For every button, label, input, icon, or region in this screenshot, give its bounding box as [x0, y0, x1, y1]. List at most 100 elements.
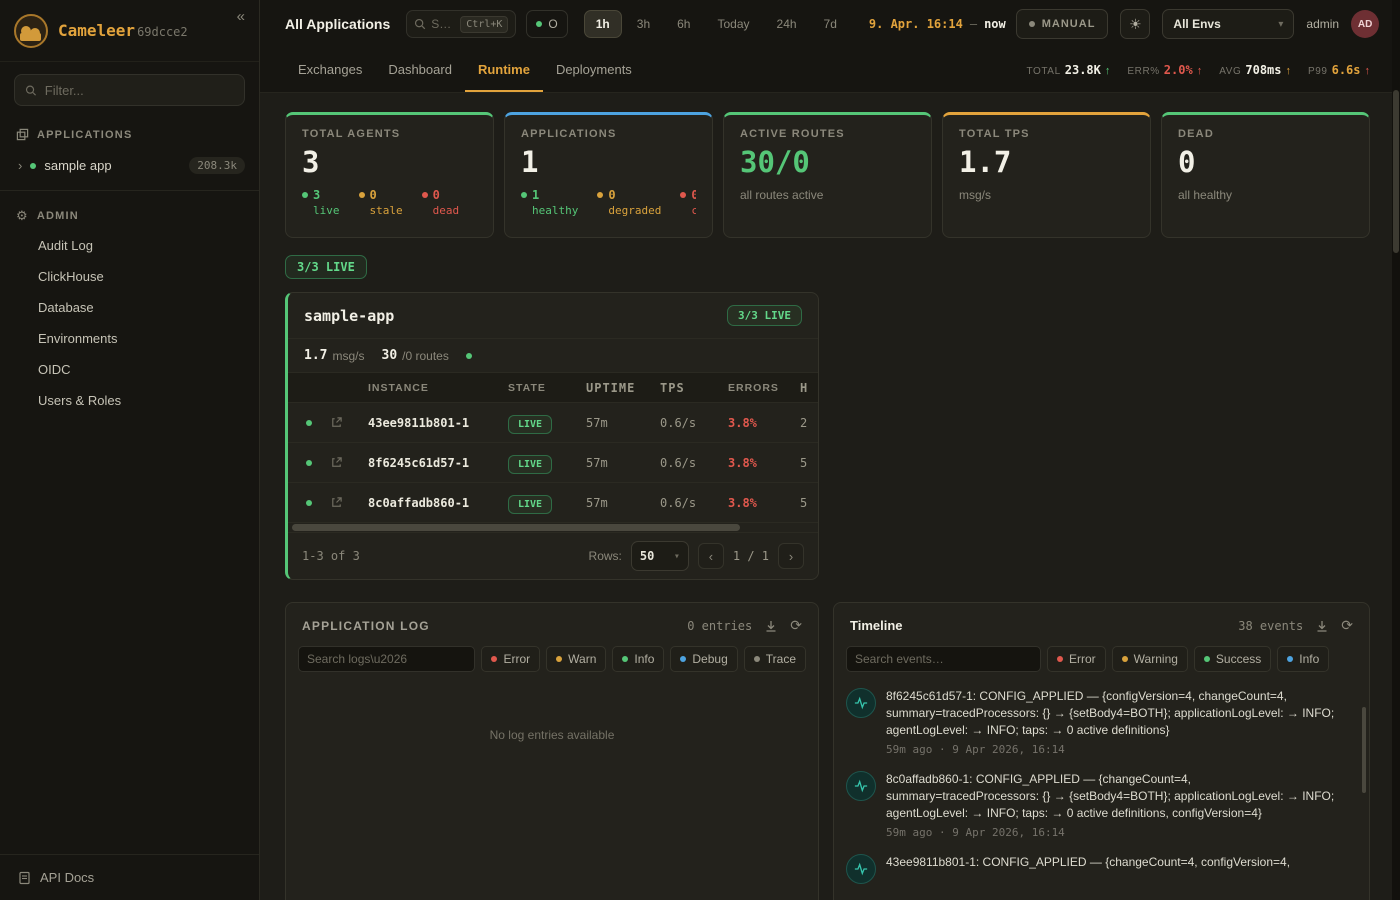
timeline-event[interactable]: 8c0affadb860-1: CONFIG_APPLIED — {change… [846, 771, 1345, 839]
tab-dashboard[interactable]: Dashboard [375, 48, 465, 92]
time-range-1h[interactable]: 1h [584, 10, 622, 38]
scrollbar-thumb[interactable] [1393, 90, 1399, 253]
refresh-button[interactable]: ⟳ [790, 617, 802, 634]
time-range-today[interactable]: Today [705, 10, 761, 38]
time-display: 9. Apr. 16:14 — now [869, 17, 1006, 31]
filter-chip-info[interactable]: Info [1277, 646, 1329, 672]
sidebar-collapse-button[interactable]: « [237, 8, 245, 25]
sidebar-item-users-roles[interactable]: Users & Roles [0, 385, 259, 416]
filter-chip-warn[interactable]: Warn [546, 646, 606, 672]
external-link-icon[interactable] [330, 496, 368, 509]
card-substats: 1 healthy 0 degraded 0 critical [521, 188, 696, 217]
prev-page-button[interactable]: ‹ [698, 543, 724, 569]
trend-up-icon: ↑ [1197, 65, 1203, 77]
timeline-event[interactable]: 43ee9811b801-1: CONFIG_APPLIED — {change… [846, 854, 1345, 884]
window-scrollbar[interactable] [1392, 0, 1400, 900]
time-range-6h[interactable]: 6h [665, 10, 702, 38]
environment-select[interactable]: All Envs ▾ [1162, 9, 1294, 39]
online-toggle[interactable]: O [526, 10, 567, 38]
external-link-icon[interactable] [330, 416, 368, 429]
admin-section-label: ADMIN [37, 210, 79, 222]
trace-dot-icon [754, 656, 760, 662]
sidebar-item-sample-app[interactable]: › sample app 208.3k [0, 149, 259, 182]
sidebar-filter[interactable] [14, 74, 245, 106]
filter-chip-error[interactable]: Error [481, 646, 540, 672]
user-name: admin [1306, 17, 1339, 31]
download-button[interactable] [1315, 619, 1329, 633]
next-page-button[interactable]: › [778, 543, 804, 569]
instance-status-dot [306, 420, 312, 426]
card-label: TOTAL AGENTS [302, 128, 477, 140]
tab-runtime[interactable]: Runtime [465, 48, 543, 92]
tps-cell: 0.6/s [660, 456, 728, 470]
log-search[interactable] [298, 646, 475, 672]
tab-exchanges[interactable]: Exchanges [285, 48, 375, 92]
substat-label: critical [680, 204, 696, 217]
timeline-search[interactable] [846, 646, 1041, 672]
sidebar-header: Cameleer69dcce2 « [0, 0, 259, 62]
state-badge: LIVE [508, 415, 552, 434]
section-nav: Exchanges Dashboard Runtime Deployments … [260, 48, 1400, 93]
instance-id[interactable]: 8f6245c61d57-1 [368, 456, 508, 470]
success-dot-icon [1204, 656, 1210, 662]
theme-toggle-button[interactable]: ☀ [1120, 9, 1150, 39]
chevron-down-icon: ▾ [674, 551, 680, 562]
col-heap: H [800, 381, 818, 395]
api-docs-link[interactable]: API Docs [0, 854, 259, 900]
instance-id[interactable]: 43ee9811b801-1 [368, 416, 508, 430]
rows-per-page-select[interactable]: 50 ▾ [631, 541, 689, 571]
timeline-search-input[interactable] [855, 652, 1032, 666]
tab-deployments[interactable]: Deployments [543, 48, 645, 92]
sidebar-item-database[interactable]: Database [0, 292, 259, 323]
stat-cards: TOTAL AGENTS 3 3 live 0 stale 0 [285, 112, 1370, 238]
timeline-toolbar: Error Warning Success Info [834, 644, 1369, 682]
filter-chip-error[interactable]: Error [1047, 646, 1106, 672]
time-range-3h[interactable]: 3h [625, 10, 662, 38]
sidebar-item-environments[interactable]: Environments [0, 323, 259, 354]
avatar[interactable]: AD [1351, 10, 1379, 38]
table-row[interactable]: 43ee9811b801-1 LIVE 57m 0.6/s 3.8% 2 [288, 402, 818, 442]
page-title: All Applications [285, 16, 390, 32]
time-range-24h[interactable]: 24h [765, 10, 809, 38]
stat-err: ERR% 2.0% ↑ [1127, 63, 1202, 77]
instance-id[interactable]: 8c0affadb860-1 [368, 496, 508, 510]
table-horizontal-scrollbar[interactable] [288, 522, 818, 532]
event-text: 8f6245c61d57-1: CONFIG_APPLIED — {config… [886, 688, 1345, 739]
document-icon [18, 871, 31, 885]
sidebar-filter-input[interactable] [45, 83, 234, 98]
global-search[interactable]: Ctrl+K [406, 10, 516, 38]
log-empty-state: No log entries available [286, 728, 818, 742]
filter-chip-warning[interactable]: Warning [1112, 646, 1188, 672]
external-link-icon[interactable] [330, 456, 368, 469]
filter-chip-debug[interactable]: Debug [670, 646, 737, 672]
filter-chip-success[interactable]: Success [1194, 646, 1271, 672]
sidebar-item-audit-log[interactable]: Audit Log [0, 230, 259, 261]
dot-icon [680, 192, 686, 198]
time-range-7d[interactable]: 7d [812, 10, 849, 38]
filter-chip-trace[interactable]: Trace [744, 646, 806, 672]
error-dot-icon [491, 656, 497, 662]
stat-total-label: TOTAL [1026, 66, 1060, 77]
timeline-scrollbar[interactable] [1362, 707, 1366, 793]
global-search-input[interactable] [431, 17, 455, 31]
application-card-sample-app: sample-app 3/3 LIVE 1.7 msg/s 30 /0 rout… [285, 292, 819, 580]
card-label: APPLICATIONS [521, 128, 696, 140]
table-row[interactable]: 8f6245c61d57-1 LIVE 57m 0.6/s 3.8% 5 [288, 442, 818, 482]
sidebar-item-oidc[interactable]: OIDC [0, 354, 259, 385]
refresh-button[interactable]: ⟳ [1341, 617, 1353, 634]
sidebar-item-clickhouse[interactable]: ClickHouse [0, 261, 259, 292]
table-header-row: INSTANCE STATE UPTIME TPS ERRORS H [288, 372, 818, 402]
sun-icon: ☀ [1129, 16, 1142, 33]
info-dot-icon [622, 656, 628, 662]
stat-err-value: 2.0% [1164, 63, 1193, 77]
uptime-cell: 57m [586, 496, 660, 510]
download-button[interactable] [764, 619, 778, 633]
timeline-event[interactable]: 8f6245c61d57-1: CONFIG_APPLIED — {config… [846, 688, 1345, 756]
log-search-input[interactable] [307, 652, 466, 666]
manual-refresh-button[interactable]: MANUAL [1016, 9, 1109, 39]
scrollbar-thumb[interactable] [292, 524, 740, 531]
log-panel-header: APPLICATION LOG 0 entries ⟳ [286, 603, 818, 644]
table-row[interactable]: 8c0affadb860-1 LIVE 57m 0.6/s 3.8% 5 [288, 482, 818, 522]
filter-chip-info[interactable]: Info [612, 646, 664, 672]
chevron-right-icon[interactable]: › [18, 158, 22, 173]
